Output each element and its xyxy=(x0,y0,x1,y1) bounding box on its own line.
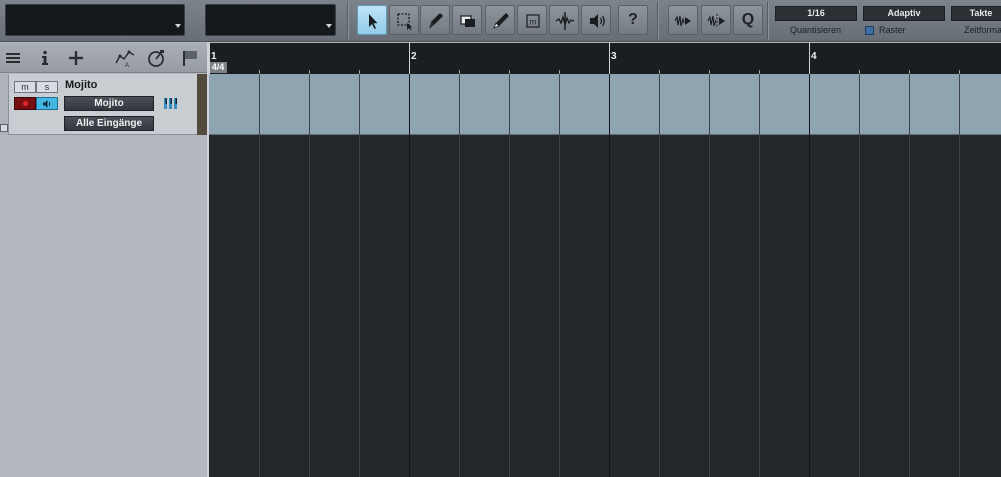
track-color-strip xyxy=(197,74,207,135)
record-icon xyxy=(23,101,28,106)
marker-flag-icon[interactable] xyxy=(180,48,200,68)
arrow-tool-icon xyxy=(369,14,378,29)
help-button[interactable]: ? xyxy=(618,5,648,35)
track-lane-mojito[interactable] xyxy=(209,74,1001,135)
bar-gridline xyxy=(809,74,810,477)
bend-marker-icon xyxy=(707,14,725,28)
instrument-selector[interactable]: Mojito xyxy=(64,96,154,111)
split-tool-icon xyxy=(429,13,443,29)
automation-icon[interactable]: A xyxy=(115,48,135,68)
chevron-down-icon xyxy=(175,24,181,28)
ruler-bar-tick xyxy=(809,43,810,74)
solo-button[interactable]: s xyxy=(36,81,58,93)
info-icon[interactable] xyxy=(35,48,55,68)
mute-button[interactable]: m xyxy=(14,81,36,93)
listen-tool-button[interactable] xyxy=(581,5,611,35)
arrow-tool-button[interactable] xyxy=(357,5,387,35)
toolbar-divider xyxy=(657,2,658,40)
quantize-icon: Q xyxy=(741,11,755,28)
bend-tool-button[interactable] xyxy=(549,5,579,35)
beat-gridline xyxy=(859,74,860,477)
eraser-tool-icon xyxy=(460,15,475,27)
track-header-mojito[interactable]: m s Mojito Mojito Alle Eingänge xyxy=(0,74,207,135)
toolbar-divider xyxy=(767,2,768,40)
bar-number-3: 3 xyxy=(611,51,617,62)
quantize-label: Quantisieren xyxy=(790,25,842,35)
tempo-icon[interactable] xyxy=(146,48,166,68)
mute-tool-icon: m xyxy=(526,14,540,28)
beat-gridline xyxy=(959,74,960,477)
record-arm-button[interactable] xyxy=(14,97,36,110)
ruler-bar-tick xyxy=(209,43,210,74)
keyboard-icon[interactable] xyxy=(162,96,182,112)
track-list-header: A xyxy=(0,43,207,73)
beat-gridline xyxy=(309,74,310,477)
split-tool-button[interactable] xyxy=(420,5,450,35)
ruler-bar-tick xyxy=(609,43,610,74)
svg-text:m: m xyxy=(530,18,537,27)
snap-value[interactable]: Adaptiv xyxy=(863,6,945,21)
waveform-arrow-icon xyxy=(674,15,691,27)
main-toolbar: m ? Q 1/16 Quantisieren Adaptiv Raster T… xyxy=(0,0,1001,42)
paint-tool-button[interactable] xyxy=(485,5,515,35)
snap-label: Raster xyxy=(879,25,906,35)
mute-tool-button[interactable]: m xyxy=(517,5,547,35)
beat-gridline xyxy=(709,74,710,477)
timeline-ruler[interactable]: 1 2 3 4 4/4 xyxy=(207,43,1001,74)
beat-gridline xyxy=(759,74,760,477)
audio-bend-button[interactable] xyxy=(701,5,731,35)
beat-gridline xyxy=(909,74,910,477)
add-track-icon[interactable] xyxy=(66,48,86,68)
beat-gridline xyxy=(659,74,660,477)
strip-silence-button[interactable] xyxy=(668,5,698,35)
left-dropdown-1[interactable] xyxy=(5,4,185,36)
beat-gridline xyxy=(459,74,460,477)
input-selector[interactable]: Alle Eingänge xyxy=(64,116,154,131)
studio-one-window: m ? Q 1/16 Quantisieren Adaptiv Raster T… xyxy=(0,0,1001,477)
bar-number-1: 1 xyxy=(211,51,217,62)
track-name[interactable]: Mojito xyxy=(65,79,97,91)
range-tool-button[interactable] xyxy=(389,5,419,35)
ruler-bar-tick xyxy=(409,43,410,74)
chevron-down-icon xyxy=(326,24,332,28)
timebase-label: Zeitformat xyxy=(964,25,1001,35)
bar-gridline xyxy=(609,74,610,477)
time-signature[interactable]: 4/4 xyxy=(209,62,227,73)
quantize-button[interactable]: Q xyxy=(733,5,763,35)
beat-gridline xyxy=(509,74,510,477)
speaker-icon xyxy=(43,100,51,108)
monitor-button[interactable] xyxy=(36,97,58,110)
bar-gridline xyxy=(409,74,410,477)
snap-checkbox[interactable] xyxy=(865,26,874,35)
listen-tool-icon xyxy=(590,14,605,28)
track-list: m s Mojito Mojito Alle Eingänge xyxy=(0,74,207,477)
arrangement-view[interactable] xyxy=(207,74,1001,477)
beat-gridline xyxy=(559,74,560,477)
beat-gridline xyxy=(259,74,260,477)
toolbar-divider xyxy=(347,2,348,40)
range-tool-icon xyxy=(397,13,413,31)
bar-number-4: 4 xyxy=(811,51,817,62)
quantize-value[interactable]: 1/16 xyxy=(775,6,857,21)
beat-gridline xyxy=(359,74,360,477)
left-dropdown-2[interactable] xyxy=(205,4,336,36)
svg-text:A: A xyxy=(125,63,129,68)
help-icon: ? xyxy=(628,11,638,28)
expand-track-icon[interactable] xyxy=(0,124,8,132)
timebase-value[interactable]: Takte xyxy=(951,6,1001,21)
bend-tool-icon xyxy=(555,12,575,30)
hamburger-menu-icon[interactable] xyxy=(3,48,23,68)
bar-number-2: 2 xyxy=(411,51,417,62)
paint-tool-icon xyxy=(493,13,509,29)
eraser-tool-button[interactable] xyxy=(452,5,482,35)
